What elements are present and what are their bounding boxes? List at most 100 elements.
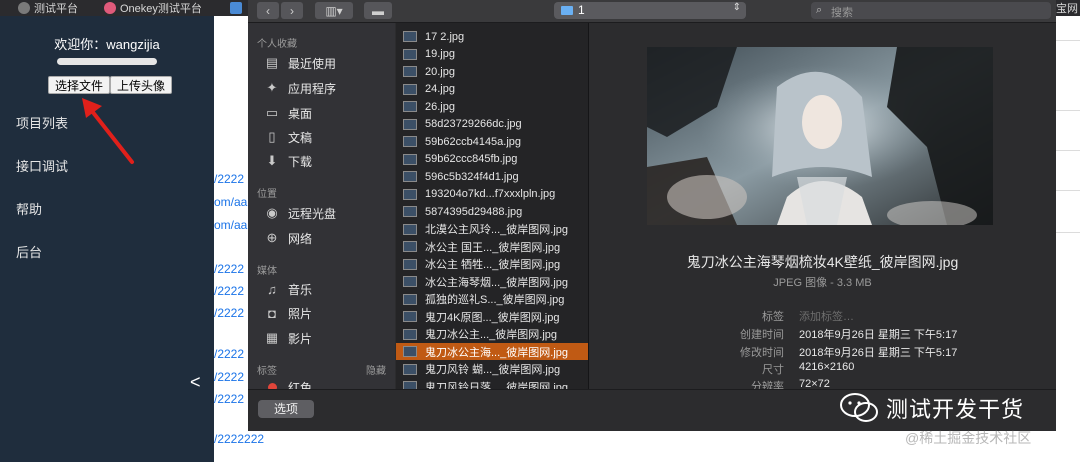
browser-tab-onekey[interactable]: Onekey测试平台 — [104, 0, 202, 16]
menu-item-admin[interactable]: 后台 — [16, 242, 42, 261]
sidebar-item-music[interactable]: ♫ 音乐 — [264, 279, 312, 299]
sidebar-label: 影片 — [288, 331, 313, 346]
folder-path-popup[interactable]: 1 ⇕ — [554, 2, 746, 19]
file-row[interactable]: 26.jpg — [396, 98, 588, 115]
page-link[interactable]: om/aa — [214, 195, 247, 209]
choose-file-button[interactable]: 选择文件 — [48, 76, 111, 94]
file-row[interactable]: 孤独的巡礼S..._彼岸图网.jpg — [396, 291, 588, 308]
page-link[interactable]: /2222222 — [214, 432, 264, 446]
forward-button[interactable]: › — [281, 2, 303, 19]
file-name: 孤独的巡礼S..._彼岸图网.jpg — [425, 294, 565, 306]
page-link[interactable]: om/aa — [214, 218, 247, 232]
file-name: 20.jpg — [425, 65, 455, 78]
preview-pane: 鬼刀冰公主海琴烟梳妆4K壁纸_彼岸图网.jpg JPEG 图像 - 3.3 MB… — [589, 23, 1056, 393]
network-icon: ⊕ — [266, 230, 278, 245]
page-link[interactable]: /2222 — [214, 392, 244, 406]
file-row[interactable]: 20.jpg — [396, 63, 588, 80]
chevron-left-icon: ‹ — [266, 3, 270, 18]
updown-chevron-icon: ⇕ — [732, 2, 741, 13]
image-file-icon — [403, 363, 417, 375]
file-row[interactable]: 冰公主 牺牲..._彼岸图网.jpg — [396, 256, 588, 273]
file-row[interactable]: 59b62ccb4145a.jpg — [396, 133, 588, 150]
file-row[interactable]: 北漠公主风玲..._彼岸图网.jpg — [396, 221, 588, 238]
add-tags-field[interactable]: 添加标签… — [799, 308, 854, 324]
sidebar-item-movies[interactable]: ▦ 影片 — [264, 328, 312, 348]
file-name: 26.jpg — [425, 100, 455, 113]
page-link[interactable]: /2222 — [214, 284, 244, 298]
tab-favicon-icon — [104, 2, 116, 14]
sidebar-item-recents[interactable]: ▤ 最近使用 — [264, 53, 336, 73]
search-field[interactable]: ⌕ 搜索 — [811, 2, 1051, 19]
recents-icon: ▤ — [265, 55, 279, 70]
page-link[interactable]: /2222 — [214, 262, 244, 276]
file-row[interactable]: 59b62ccc845fb.jpg — [396, 151, 588, 168]
avatar-placeholder — [57, 58, 157, 65]
file-row[interactable]: 鬼刀冰公主海..._彼岸图网.jpg — [396, 343, 588, 360]
new-folder-button[interactable]: ▬ — [364, 2, 392, 19]
file-name: 北漠公主风玲..._彼岸图网.jpg — [425, 224, 569, 236]
wechat-icon — [840, 393, 878, 422]
sidebar-item-network[interactable]: ⊕ 网络 — [264, 228, 312, 248]
tab-favicon-icon — [18, 2, 30, 14]
file-row[interactable]: 5874395d29488.jpg — [396, 203, 588, 220]
page-link[interactable]: /2222 — [214, 306, 244, 320]
sidebar-collapse-icon[interactable]: < — [190, 372, 201, 393]
file-name: 冰公主 牺牲..._彼岸图网.jpg — [425, 259, 561, 271]
meta-value: 2018年9月26日 星期三 下午5:17 — [799, 329, 958, 341]
sidebar-label: 最近使用 — [288, 56, 337, 71]
options-button[interactable]: 选项 — [258, 400, 314, 418]
sidebar-label: 网络 — [288, 231, 313, 246]
file-row[interactable]: 596c5b324f4d1.jpg — [396, 168, 588, 185]
page-link[interactable]: /2222 — [214, 347, 244, 361]
image-file-icon — [403, 171, 417, 182]
file-row[interactable]: 19.jpg — [396, 46, 588, 63]
sidebar-item-desktop[interactable]: ▭ 桌面 — [264, 103, 312, 123]
favorites-header: 个人收藏 — [257, 39, 297, 50]
sidebar-item-photos[interactable]: ◘ 照片 — [264, 303, 312, 323]
sidebar-item-downloads[interactable]: ⬇ 下载 — [264, 151, 312, 171]
file-row[interactable]: 鬼刀4K原图..._彼岸图网.jpg — [396, 308, 588, 325]
dialog-sidebar: 个人收藏 ▤ 最近使用 ✦ 应用程序 ▭ 桌面 ▯ 文稿 ⬇ 下载 位置 ◉ 远程光盘 ⊕ 网… — [248, 23, 395, 395]
file-row[interactable]: 冰公主 国王..._彼岸图网.jpg — [396, 238, 588, 255]
welcome-text: 欢迎你：wangzijia — [54, 37, 160, 52]
music-icon: ♫ — [267, 281, 277, 297]
upload-avatar-button[interactable]: 上传头像 — [110, 76, 173, 94]
back-button[interactable]: ‹ — [257, 2, 279, 19]
page-link[interactable]: /2222 — [214, 370, 244, 384]
file-name: 59b62ccc845fb.jpg — [425, 153, 518, 165]
file-row[interactable]: 58d23729266dc.jpg — [396, 116, 588, 133]
sidebar-label: 远程光盘 — [288, 206, 337, 221]
column-view-icon: ▥▾ — [325, 3, 343, 18]
file-row[interactable]: 17 2.jpg — [396, 28, 588, 45]
browser-tab-partial[interactable]: 宝网 — [1056, 0, 1078, 16]
file-row[interactable]: 鬼刀冰公主..._彼岸图网.jpg — [396, 326, 588, 343]
folder-icon — [561, 6, 573, 15]
file-row[interactable]: 鬼刀风铃 蝴..._彼岸图网.jpg — [396, 361, 588, 378]
image-file-icon — [403, 346, 417, 357]
photos-icon: ◘ — [268, 305, 276, 321]
sidebar-label: 照片 — [288, 306, 313, 321]
file-row[interactable]: 193204o7kd...f7xxxlpln.jpg — [396, 186, 588, 203]
file-row[interactable]: 鬼刀风铃日落..._彼岸图网.jpg — [396, 378, 588, 389]
sidebar-label: 桌面 — [288, 106, 313, 121]
file-row[interactable]: 冰公主海琴烟..._彼岸图网.jpg — [396, 273, 588, 290]
sidebar-item-remote-disc[interactable]: ◉ 远程光盘 — [264, 203, 336, 223]
tags-hide-toggle[interactable]: 隐藏 — [366, 362, 386, 377]
meta-key: 标签 — [762, 311, 784, 323]
search-placeholder: 搜索 — [831, 7, 853, 19]
menu-item-api-debug[interactable]: 接口调试 — [16, 156, 68, 175]
sidebar-item-applications[interactable]: ✦ 应用程序 — [264, 78, 336, 98]
image-file-icon — [403, 136, 417, 147]
app-sidebar: 欢迎你：wangzijia 选择文件 上传头像 项目列表 接口调试 帮助 后台 … — [0, 16, 214, 462]
menu-item-project-list[interactable]: 项目列表 — [16, 113, 68, 132]
menu-item-help[interactable]: 帮助 — [16, 199, 42, 218]
file-row[interactable]: 24.jpg — [396, 81, 588, 98]
image-file-icon — [403, 83, 417, 95]
file-name: 鬼刀冰公主..._彼岸图网.jpg — [425, 329, 558, 341]
view-mode-button[interactable]: ▥▾ — [315, 2, 353, 19]
image-file-icon — [403, 223, 417, 235]
page-link[interactable]: /2222 — [214, 172, 244, 186]
sidebar-item-documents[interactable]: ▯ 文稿 — [264, 127, 312, 147]
browser-tab-test-platform[interactable]: 测试平台 — [18, 0, 78, 16]
browser-tab-third[interactable] — [230, 0, 242, 16]
